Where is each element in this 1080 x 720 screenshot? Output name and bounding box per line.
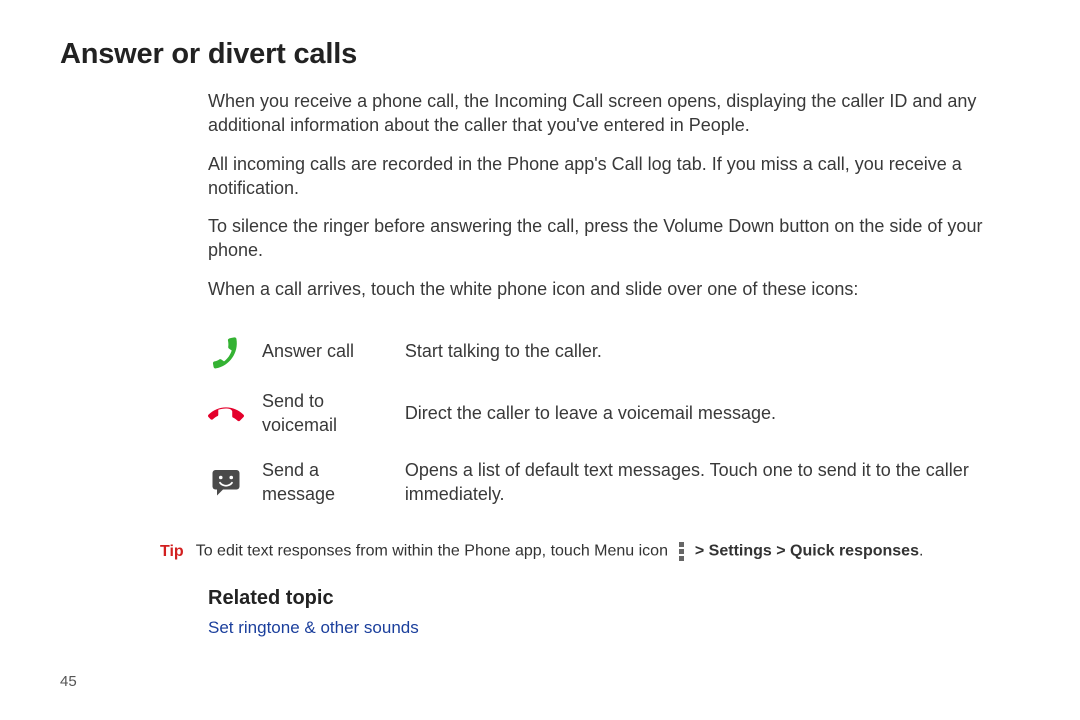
- table-row: Send to voicemail Direct the caller to l…: [208, 379, 1020, 448]
- document-page: Answer or divert calls When you receive …: [0, 0, 1080, 720]
- paragraph: When you receive a phone call, the Incom…: [208, 89, 1020, 138]
- phone-answer-icon: [208, 333, 254, 369]
- action-description: Direct the caller to leave a voicemail m…: [405, 379, 1020, 448]
- tip-row: Tip To edit text responses from within t…: [160, 540, 1020, 563]
- table-row: Answer call Start talking to the caller.: [208, 323, 1020, 379]
- page-number: 45: [60, 673, 77, 690]
- tip-text: To edit text responses from within the P…: [196, 540, 924, 563]
- message-icon: [208, 464, 254, 500]
- related-link[interactable]: Set ringtone & other sounds: [208, 618, 1020, 638]
- tip-label: Tip: [160, 543, 184, 561]
- table-row: Send a message Opens a list of default t…: [208, 448, 1020, 517]
- phone-hangup-icon: [208, 395, 254, 431]
- paragraph: All incoming calls are recorded in the P…: [208, 152, 1020, 201]
- paragraph: To silence the ringer before answering t…: [208, 214, 1020, 263]
- paragraph: When a call arrives, touch the white pho…: [208, 277, 1020, 301]
- related-heading: Related topic: [208, 587, 1020, 610]
- action-label: Send to voicemail: [262, 379, 405, 448]
- tip-pre: To edit text responses from within the P…: [196, 543, 668, 560]
- action-description: Opens a list of default text messages. T…: [405, 448, 1020, 517]
- action-label: Send a message: [262, 448, 405, 517]
- body-text: When you receive a phone call, the Incom…: [208, 89, 1020, 516]
- page-title: Answer or divert calls: [60, 38, 1020, 71]
- menu-overflow-icon: [676, 540, 686, 563]
- action-description: Start talking to the caller.: [405, 323, 1020, 379]
- tip-bold: > Settings > Quick responses: [695, 543, 919, 560]
- action-label: Answer call: [262, 323, 405, 379]
- tip-post: .: [919, 543, 923, 560]
- actions-table: Answer call Start talking to the caller.…: [208, 323, 1020, 516]
